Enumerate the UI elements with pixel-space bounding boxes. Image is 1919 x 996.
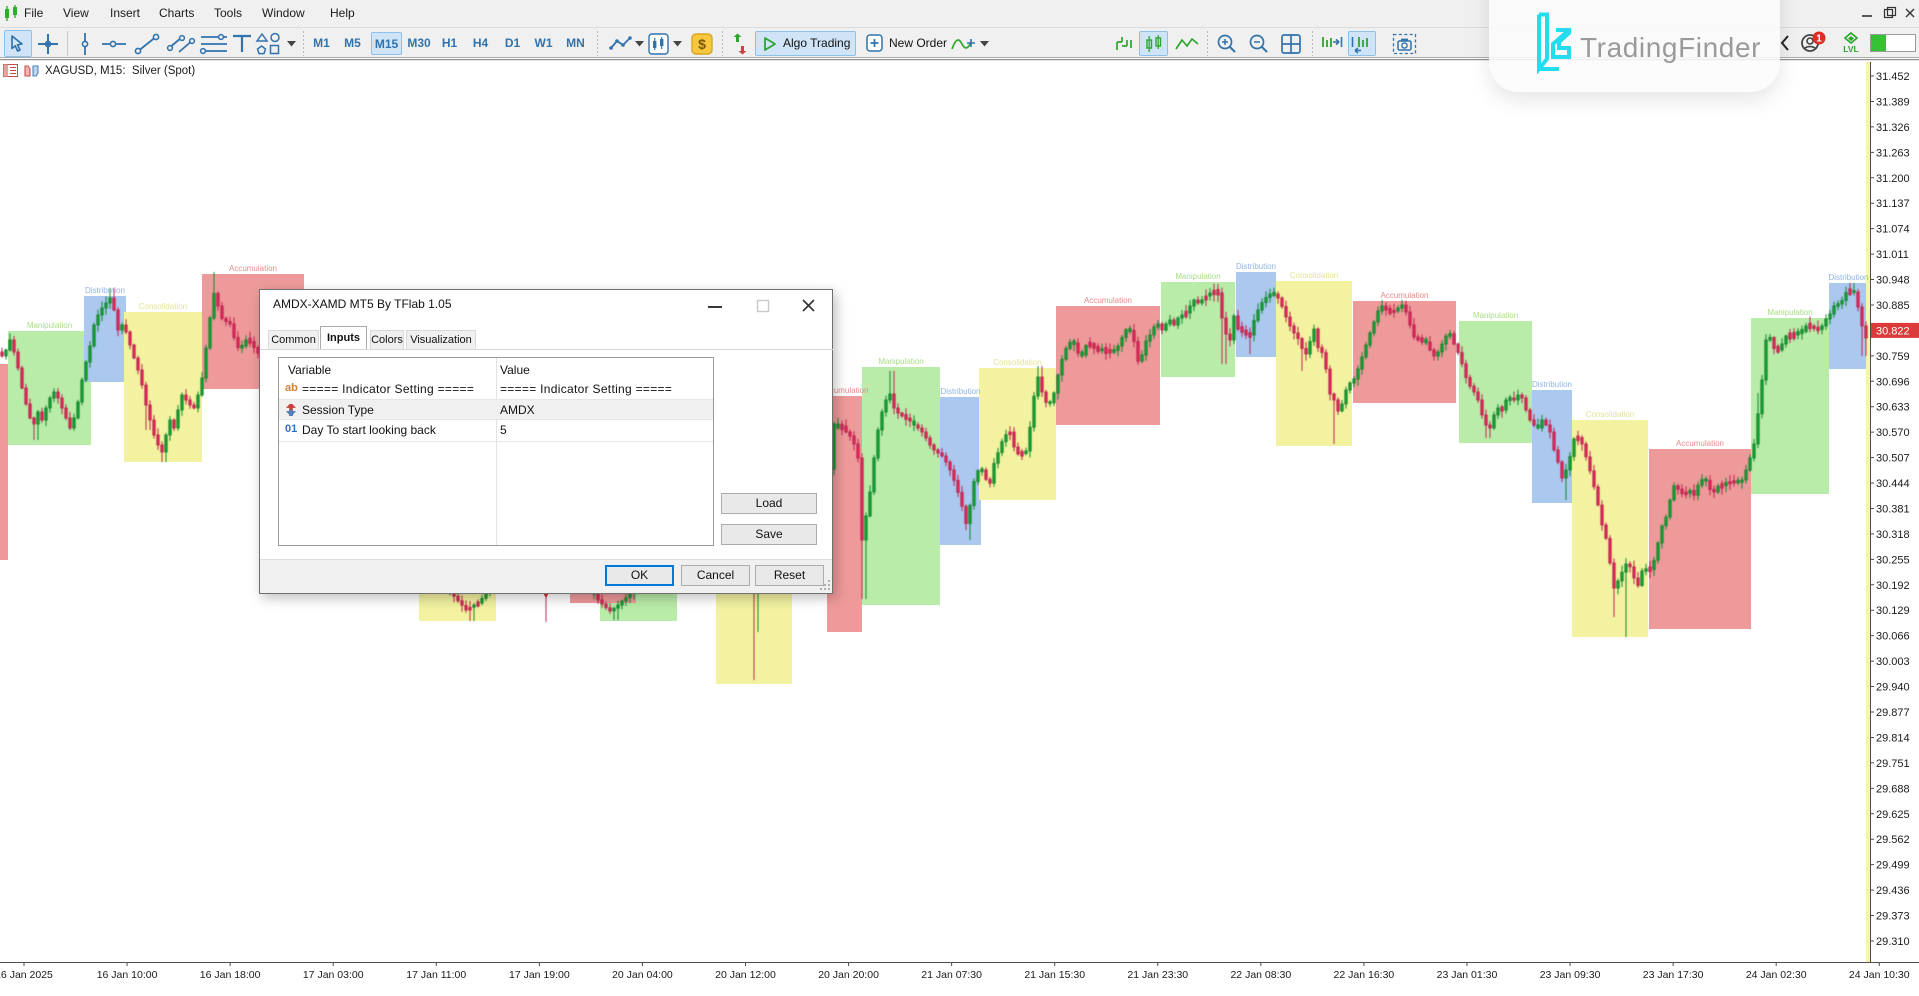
- svg-text:22 Jan 16:30: 22 Jan 16:30: [1334, 969, 1395, 981]
- svg-text:Manipulation: Manipulation: [1175, 272, 1220, 281]
- svg-text:Consolidation: Consolidation: [139, 302, 187, 311]
- svg-text:30.948: 30.948: [1876, 275, 1910, 287]
- svg-text:30.633: 30.633: [1876, 402, 1910, 414]
- svg-text:29.814: 29.814: [1876, 732, 1910, 744]
- svg-text:30.381: 30.381: [1876, 503, 1910, 515]
- svg-text:21 Jan 07:30: 21 Jan 07:30: [921, 969, 982, 981]
- svg-text:30.822: 30.822: [1876, 325, 1910, 337]
- svg-text:23 Jan 01:30: 23 Jan 01:30: [1437, 969, 1498, 981]
- svg-text:Distribution: Distribution: [85, 286, 125, 295]
- svg-text:29.625: 29.625: [1876, 809, 1910, 821]
- svg-text:17 Jan 03:00: 17 Jan 03:00: [303, 969, 364, 981]
- svg-text:30.003: 30.003: [1876, 656, 1910, 668]
- svg-text:LVL: LVL: [1843, 44, 1858, 54]
- svg-text:24 Jan 02:30: 24 Jan 02:30: [1746, 969, 1807, 981]
- svg-text:Distribution: Distribution: [1828, 273, 1868, 282]
- svg-text:TradingFinder: TradingFinder: [1580, 32, 1761, 63]
- svg-text:22 Jan 08:30: 22 Jan 08:30: [1230, 969, 1291, 981]
- svg-text:21 Jan 15:30: 21 Jan 15:30: [1024, 969, 1085, 981]
- svg-text:31.389: 31.389: [1876, 96, 1910, 108]
- svg-text:31.452: 31.452: [1876, 71, 1910, 83]
- svg-text:29.310: 29.310: [1876, 936, 1910, 948]
- svg-text:Manipulation: Manipulation: [878, 357, 923, 366]
- svg-text:Accumulation: Accumulation: [1380, 291, 1428, 300]
- svg-text:16 Jan 2025: 16 Jan 2025: [0, 969, 53, 981]
- svg-text:30.444: 30.444: [1876, 478, 1910, 490]
- svg-text:29.499: 29.499: [1876, 860, 1910, 872]
- svg-text:20 Jan 12:00: 20 Jan 12:00: [715, 969, 776, 981]
- svg-text:30.507: 30.507: [1876, 453, 1910, 465]
- svg-text:30.192: 30.192: [1876, 580, 1910, 592]
- svg-text:30.129: 30.129: [1876, 605, 1910, 617]
- svg-text:30.255: 30.255: [1876, 554, 1910, 566]
- svg-text:Manipulation: Manipulation: [27, 321, 72, 330]
- svg-text:Accumulation: Accumulation: [229, 264, 277, 273]
- svg-text:29.751: 29.751: [1876, 758, 1910, 770]
- svg-text:30.570: 30.570: [1876, 427, 1910, 439]
- svg-text:23 Jan 17:30: 23 Jan 17:30: [1643, 969, 1704, 981]
- svg-text:Accumulation: Accumulation: [1084, 296, 1132, 305]
- svg-text:Distribution: Distribution: [1532, 380, 1572, 389]
- svg-text:1: 1: [1816, 34, 1822, 45]
- svg-text:16 Jan 18:00: 16 Jan 18:00: [200, 969, 261, 981]
- svg-text:31.326: 31.326: [1876, 122, 1910, 134]
- svg-text:29.877: 29.877: [1876, 707, 1910, 719]
- svg-text:23 Jan 09:30: 23 Jan 09:30: [1540, 969, 1601, 981]
- svg-text:20 Jan 20:00: 20 Jan 20:00: [818, 969, 879, 981]
- svg-text:29.436: 29.436: [1876, 885, 1910, 897]
- svg-text:Distribution: Distribution: [940, 387, 980, 396]
- svg-text:24 Jan 10:30: 24 Jan 10:30: [1849, 969, 1910, 981]
- svg-text:31.263: 31.263: [1876, 147, 1910, 159]
- svg-text:Consolidation: Consolidation: [1586, 410, 1634, 419]
- svg-text:16 Jan 10:00: 16 Jan 10:00: [97, 969, 158, 981]
- svg-text:Manipulation: Manipulation: [1767, 308, 1812, 317]
- svg-text:21 Jan 23:30: 21 Jan 23:30: [1127, 969, 1188, 981]
- svg-text:30.318: 30.318: [1876, 529, 1910, 541]
- svg-text:Distribution: Distribution: [1236, 262, 1276, 271]
- svg-text:Accumulation: Accumulation: [1676, 439, 1724, 448]
- svg-text:20 Jan 04:00: 20 Jan 04:00: [612, 969, 673, 981]
- svg-text:30.885: 30.885: [1876, 300, 1910, 312]
- svg-text:Consolidation: Consolidation: [1290, 271, 1338, 280]
- svg-text:31.200: 31.200: [1876, 173, 1910, 185]
- svg-text:31.011: 31.011: [1876, 249, 1909, 261]
- svg-text:30.696: 30.696: [1876, 376, 1910, 388]
- svg-text:17 Jan 11:00: 17 Jan 11:00: [406, 969, 466, 981]
- svg-text:29.688: 29.688: [1876, 783, 1910, 795]
- svg-text:29.940: 29.940: [1876, 682, 1910, 694]
- svg-text:Consolidation: Consolidation: [993, 358, 1041, 367]
- svg-text:Manipulation: Manipulation: [1473, 311, 1518, 320]
- svg-text:$: $: [698, 36, 706, 52]
- svg-text:29.562: 29.562: [1876, 834, 1910, 846]
- svg-text:31.137: 31.137: [1876, 198, 1910, 210]
- svg-text:29.373: 29.373: [1876, 911, 1910, 923]
- svg-text:17 Jan 19:00: 17 Jan 19:00: [509, 969, 570, 981]
- svg-text:30.759: 30.759: [1876, 351, 1910, 363]
- svg-text:30.066: 30.066: [1876, 631, 1910, 643]
- svg-text:31.074: 31.074: [1876, 224, 1910, 236]
